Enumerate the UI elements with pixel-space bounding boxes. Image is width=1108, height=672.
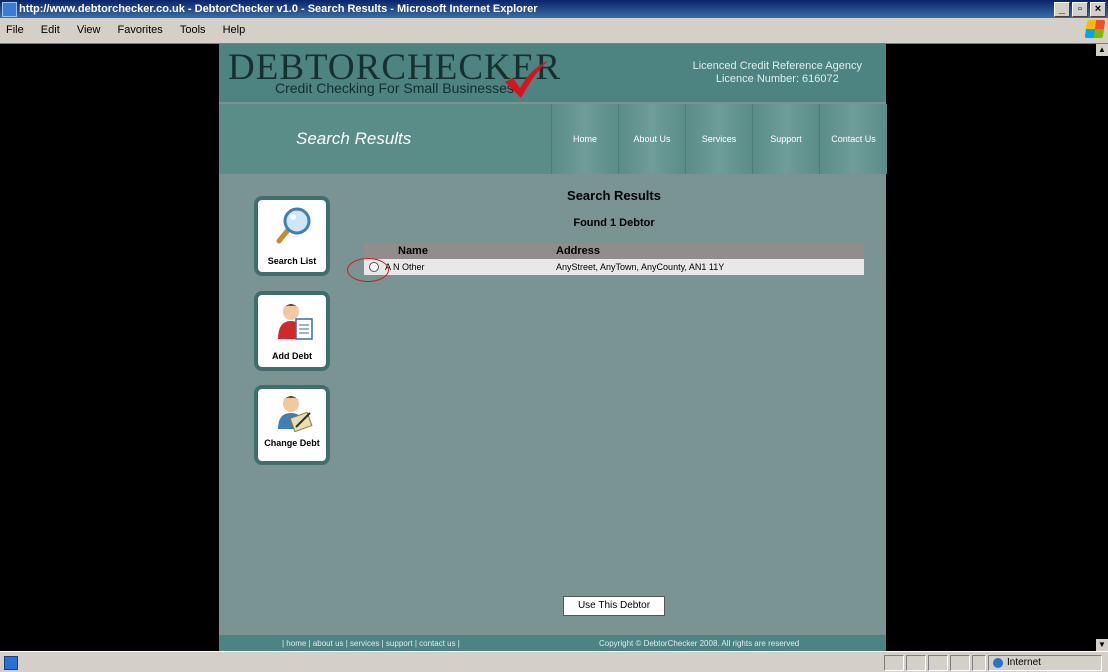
maximize-button[interactable]: ▫ xyxy=(1072,2,1088,17)
zone-label: Internet xyxy=(1007,657,1041,668)
nav-contact-us[interactable]: Contact Us xyxy=(819,104,887,174)
status-pane xyxy=(884,655,904,671)
add-debt-button[interactable]: Add Debt xyxy=(254,291,330,371)
nav-about-us[interactable]: About Us xyxy=(618,104,685,174)
table-row[interactable]: A N Other AnyStreet, AnyTown, AnyCounty,… xyxy=(364,259,864,275)
status-pane xyxy=(928,655,948,671)
web-page: DEBTORCHECKER Credit Checking For Small … xyxy=(219,44,887,651)
nav-services[interactable]: Services xyxy=(685,104,752,174)
ie-icon xyxy=(2,2,17,17)
status-pane xyxy=(950,655,970,671)
add-debt-label: Add Debt xyxy=(272,351,312,361)
results-table: Name Address A N Other AnyStreet, AnyTow… xyxy=(364,244,864,275)
windows-logo-icon xyxy=(1084,20,1106,38)
change-debt-label: Change Debt xyxy=(264,438,320,448)
menu-bar: File Edit View Favorites Tools Help xyxy=(0,18,1108,44)
close-button[interactable]: × xyxy=(1090,2,1106,17)
person-document-icon xyxy=(278,304,313,340)
status-pane xyxy=(972,655,986,671)
menu-tools[interactable]: Tools xyxy=(180,18,206,43)
status-pane xyxy=(906,655,926,671)
agency-line-1: Licenced Credit Reference Agency xyxy=(692,60,862,72)
menu-favorites[interactable]: Favorites xyxy=(118,18,163,43)
magnifier-icon xyxy=(276,207,311,244)
page-title: Search Results xyxy=(296,129,412,148)
nav-home[interactable]: Home xyxy=(551,104,618,174)
results-count: Found 1 Debtor xyxy=(573,217,655,229)
scroll-down-arrow-icon[interactable]: ▼ xyxy=(1096,639,1108,651)
column-name-header: Name xyxy=(398,245,428,257)
site-footer: | home | about us | services | support |… xyxy=(219,635,886,651)
menu-view[interactable]: View xyxy=(77,18,101,43)
globe-icon xyxy=(993,658,1003,668)
results-header-row: Name Address xyxy=(364,244,864,259)
debtor-name: A N Other xyxy=(385,262,425,272)
scroll-up-arrow-icon[interactable]: ▲ xyxy=(1096,44,1108,56)
minimize-button[interactable]: _ xyxy=(1054,2,1070,17)
footer-links[interactable]: | home | about us | services | support |… xyxy=(282,639,460,648)
menu-help[interactable]: Help xyxy=(223,18,246,43)
use-this-debtor-button[interactable]: Use This Debtor xyxy=(563,596,665,616)
site-tagline: Credit Checking For Small Businesses xyxy=(275,80,514,96)
change-debt-button[interactable]: Change Debt xyxy=(254,385,330,465)
page-status-icon xyxy=(4,656,18,670)
window-title-bar: http://www.debtorchecker.co.uk - DebtorC… xyxy=(0,0,1108,18)
red-checkmark-icon xyxy=(505,60,549,98)
window-title: http://www.debtorchecker.co.uk - DebtorC… xyxy=(19,3,538,15)
column-address-header: Address xyxy=(556,245,601,257)
menu-edit[interactable]: Edit xyxy=(41,18,60,43)
search-list-button[interactable]: Search List xyxy=(254,196,330,276)
vertical-scrollbar[interactable]: ▲ ▼ xyxy=(1096,44,1108,651)
nav-bar: Search Results Home About Us Services Su… xyxy=(219,104,887,174)
agency-info: Licenced Credit Reference Agency Licence… xyxy=(693,60,862,86)
search-list-label: Search List xyxy=(267,256,317,266)
browser-viewport: DEBTORCHECKER Credit Checking For Small … xyxy=(0,44,1096,651)
window-controls: _ ▫ × xyxy=(1052,2,1106,17)
status-bar: Internet xyxy=(0,651,1108,672)
footer-copyright: Copyright © DebtorChecker 2008. All righ… xyxy=(599,639,800,648)
site-header: DEBTORCHECKER Credit Checking For Small … xyxy=(219,44,886,102)
agency-line-2: Licence Number: 616072 xyxy=(715,73,839,85)
nav-support[interactable]: Support xyxy=(752,104,819,174)
security-zone: Internet xyxy=(988,655,1102,671)
debtor-address: AnyStreet, AnyTown, AnyCounty, AN1 11Y xyxy=(556,262,725,272)
annotation-circle xyxy=(347,258,389,282)
results-heading: Search Results xyxy=(567,188,661,203)
person-pen-icon xyxy=(278,396,313,433)
menu-file[interactable]: File xyxy=(6,18,24,43)
